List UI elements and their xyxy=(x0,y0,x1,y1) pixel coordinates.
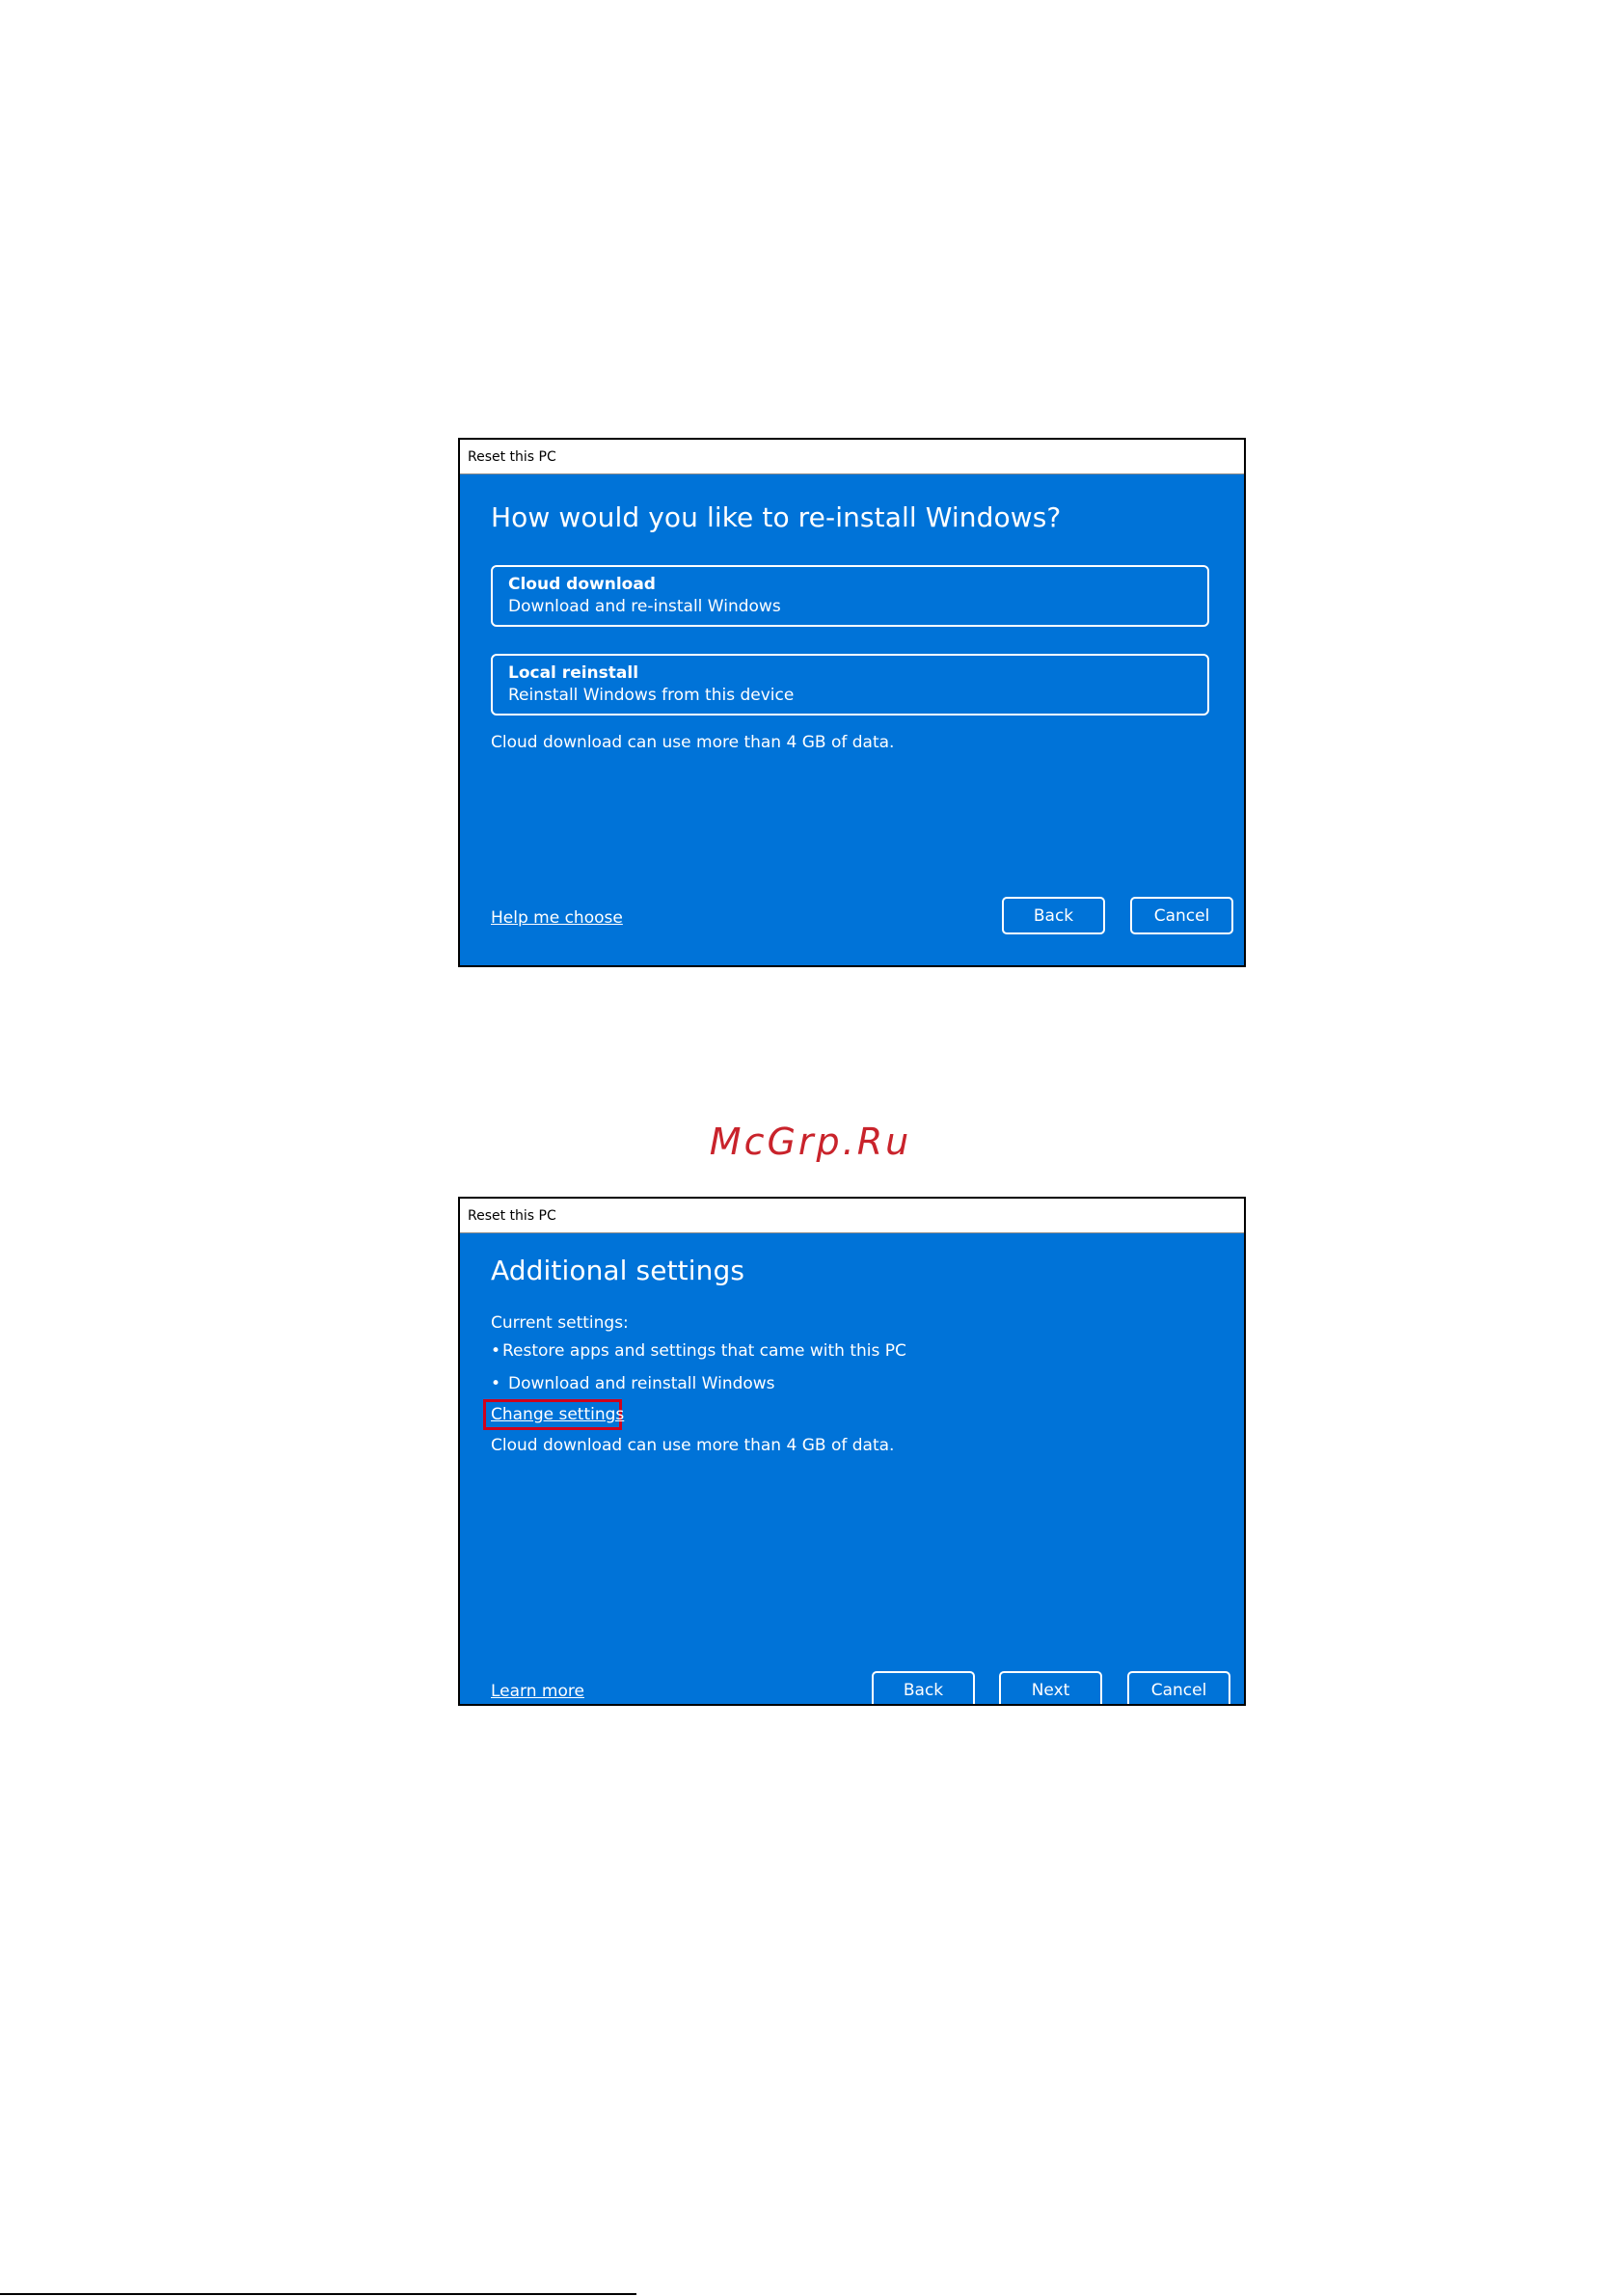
dialog-body: How would you like to re-install Windows… xyxy=(460,474,1244,965)
option-description: Download and re-install Windows xyxy=(508,597,781,616)
settings-list-item: • Download and reinstall Windows xyxy=(491,1374,775,1393)
cancel-button[interactable]: Cancel xyxy=(1127,1671,1230,1704)
change-settings-link[interactable]: Change settings xyxy=(491,1405,624,1424)
window-title: Reset this PC xyxy=(468,448,556,465)
next-button[interactable]: Next xyxy=(999,1671,1102,1704)
option-title: Local reinstall xyxy=(508,663,639,683)
window-titlebar: Reset this PC xyxy=(460,1199,1244,1233)
local-reinstall-option[interactable]: Local reinstall Reinstall Windows from t… xyxy=(491,654,1209,716)
data-usage-note: Cloud download can use more than 4 GB of… xyxy=(491,733,895,752)
window-title: Reset this PC xyxy=(468,1207,556,1224)
data-usage-note: Cloud download can use more than 4 GB of… xyxy=(491,1436,895,1455)
help-me-choose-link[interactable]: Help me choose xyxy=(491,908,623,928)
settings-list-item: • Restore apps and settings that came wit… xyxy=(491,1341,906,1361)
back-button[interactable]: Back xyxy=(872,1671,975,1704)
setting-text: Restore apps and settings that came with… xyxy=(502,1341,906,1361)
reset-pc-additional-settings-dialog: Reset this PC Additional settings Curren… xyxy=(458,1197,1246,1706)
page-title: How would you like to re-install Windows… xyxy=(491,501,1062,533)
bullet: • xyxy=(491,1374,501,1393)
option-description: Reinstall Windows from this device xyxy=(508,686,795,705)
page-title: Additional settings xyxy=(491,1255,745,1286)
bullet: • xyxy=(491,1341,501,1361)
option-title: Cloud download xyxy=(508,575,656,594)
learn-more-link[interactable]: Learn more xyxy=(491,1682,584,1701)
cancel-button[interactable]: Cancel xyxy=(1130,897,1233,934)
current-settings-label: Current settings: xyxy=(491,1313,629,1333)
page-footer-rule xyxy=(0,2293,636,2295)
setting-text: Download and reinstall Windows xyxy=(508,1374,775,1393)
watermark-text: McGrp.Ru xyxy=(709,1121,912,1163)
cloud-download-option[interactable]: Cloud download Download and re-install W… xyxy=(491,565,1209,627)
back-button[interactable]: Back xyxy=(1002,897,1105,934)
dialog-body: Additional settings Current settings: • R… xyxy=(460,1233,1244,1704)
window-titlebar: Reset this PC xyxy=(460,440,1244,474)
reset-pc-reinstall-dialog: Reset this PC How would you like to re-i… xyxy=(458,438,1246,967)
